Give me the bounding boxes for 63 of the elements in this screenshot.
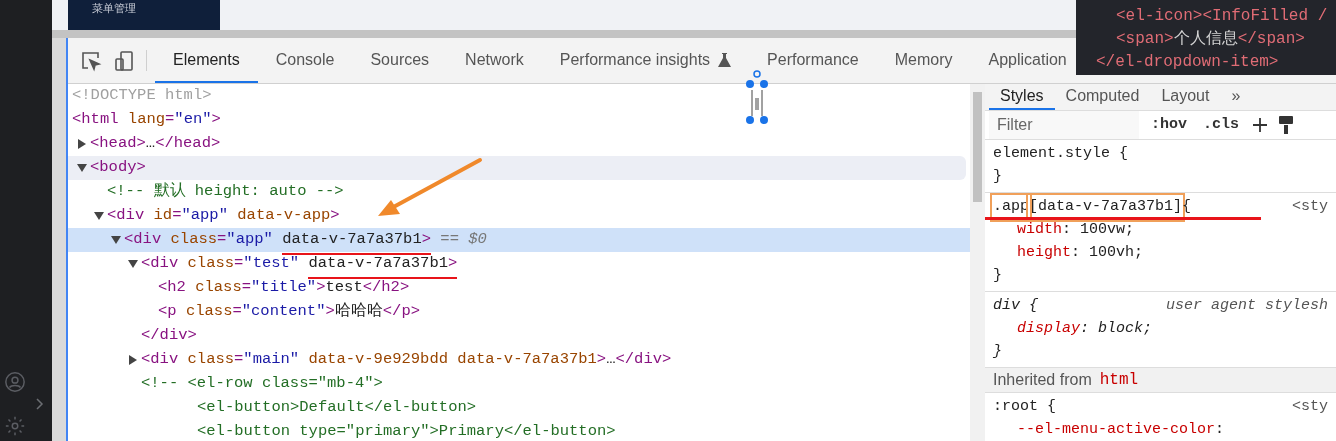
chevron-icon[interactable]	[34, 397, 44, 411]
css-declaration[interactable]: height: 100vh;	[1017, 242, 1144, 265]
styles-tab[interactable]: Computed	[1054, 84, 1151, 110]
code-line[interactable]: <!-- 默认 height: auto -->	[107, 180, 344, 204]
inherited-label: Inherited from	[993, 370, 1092, 390]
collapsed-triangle-icon[interactable]	[128, 355, 138, 365]
code-line[interactable]: <p class="content">哈哈哈</p>	[158, 300, 420, 324]
code-line: <span>个人信息</span>	[1116, 29, 1305, 50]
plus-icon[interactable]	[1251, 116, 1270, 134]
code-line[interactable]: <html lang="en">	[72, 108, 221, 132]
css-selector[interactable]: [data-v-7a7a37b1]	[1029, 198, 1183, 216]
code-line: </el-dropdown-item>	[1096, 52, 1279, 73]
css-declaration[interactable]: display: block;	[1017, 318, 1153, 341]
rule-source[interactable]: <sty	[1276, 396, 1328, 419]
inspect-icon[interactable]	[80, 49, 102, 72]
styles-tab[interactable]: Layout	[1150, 84, 1221, 110]
devtools-tab[interactable]: Memory	[876, 38, 971, 83]
menu-item[interactable]: 菜单管理	[92, 3, 136, 14]
code-line[interactable]: <h2 class="title">test</h2>	[158, 276, 410, 300]
code-line[interactable]: <body>	[90, 156, 146, 180]
selected-row[interactable]: <div class="app" data-v-7a7a37b1> == $0	[68, 228, 970, 252]
code-line[interactable]: <div class="test" data-v-7a7a37b1>	[141, 252, 458, 276]
expanded-triangle-icon[interactable]	[128, 259, 138, 269]
code-line[interactable]: <!-- <el-row class="mb-4">	[141, 372, 383, 396]
closing-brace: }	[993, 342, 1002, 362]
code-line[interactable]: <head>…</head>	[90, 132, 221, 156]
device-icon[interactable]	[114, 49, 134, 72]
devtools-tab[interactable]: Performance insights	[541, 38, 750, 83]
css-declaration[interactable]: width: 100vw;	[1017, 219, 1135, 242]
expanded-triangle-icon[interactable]	[94, 211, 104, 221]
selection-handles-icon	[746, 70, 768, 126]
person-icon[interactable]	[4, 371, 26, 393]
code-line[interactable]: <el-button>Default</el-button>	[197, 396, 477, 420]
filter-field[interactable]: Filter	[989, 111, 1139, 139]
expanded-triangle-icon[interactable]	[77, 163, 87, 173]
closing-brace: }	[993, 266, 1002, 286]
scrollbar[interactable]	[970, 84, 985, 441]
rule-source[interactable]: user agent stylesh	[1149, 295, 1328, 318]
collapsed-triangle-icon[interactable]	[77, 139, 87, 149]
paint-roller-icon[interactable]	[1277, 115, 1296, 135]
css-selector[interactable]: div {	[993, 297, 1038, 315]
toggle-button[interactable]: :hov	[1147, 113, 1191, 137]
code-line[interactable]: <el-button type="primary">Primary</el-button>	[197, 420, 616, 441]
gear-icon[interactable]	[4, 415, 26, 437]
code-line[interactable]: <div id="app" data-v-app>	[107, 204, 340, 228]
toggle-button[interactable]: .cls	[1199, 113, 1244, 137]
code-line[interactable]: </div>	[141, 324, 197, 348]
devtools-tab[interactable]: Performance	[749, 38, 877, 83]
css-selector[interactable]: element.style {	[993, 145, 1129, 163]
code-line[interactable]: <div class="app" data-v-7a7a37b1> == $0	[124, 228, 487, 252]
styles-tab[interactable]: »	[1220, 84, 1252, 110]
rule-source[interactable]: <sty	[1276, 196, 1328, 219]
devtools-tab[interactable]: Network	[447, 38, 542, 83]
closing-brace: }	[993, 167, 1002, 187]
code-line[interactable]: <div class="main" data-v-9e929bdd data-v-7a7a37b1>…</div>	[141, 348, 672, 372]
devtools-tab[interactable]: Console	[257, 38, 353, 83]
devtools-tab[interactable]: Sources	[352, 38, 448, 83]
inherited-element-link[interactable]: html	[1099, 368, 1139, 392]
hovered-row[interactable]: <body>	[68, 156, 966, 180]
css-selector[interactable]: :root {	[993, 398, 1056, 416]
css-declaration[interactable]: --el-menu-active-color:	[1017, 419, 1225, 441]
code-line: <el-icon><InfoFilled /	[1116, 6, 1328, 27]
expanded-triangle-icon[interactable]	[111, 235, 121, 245]
